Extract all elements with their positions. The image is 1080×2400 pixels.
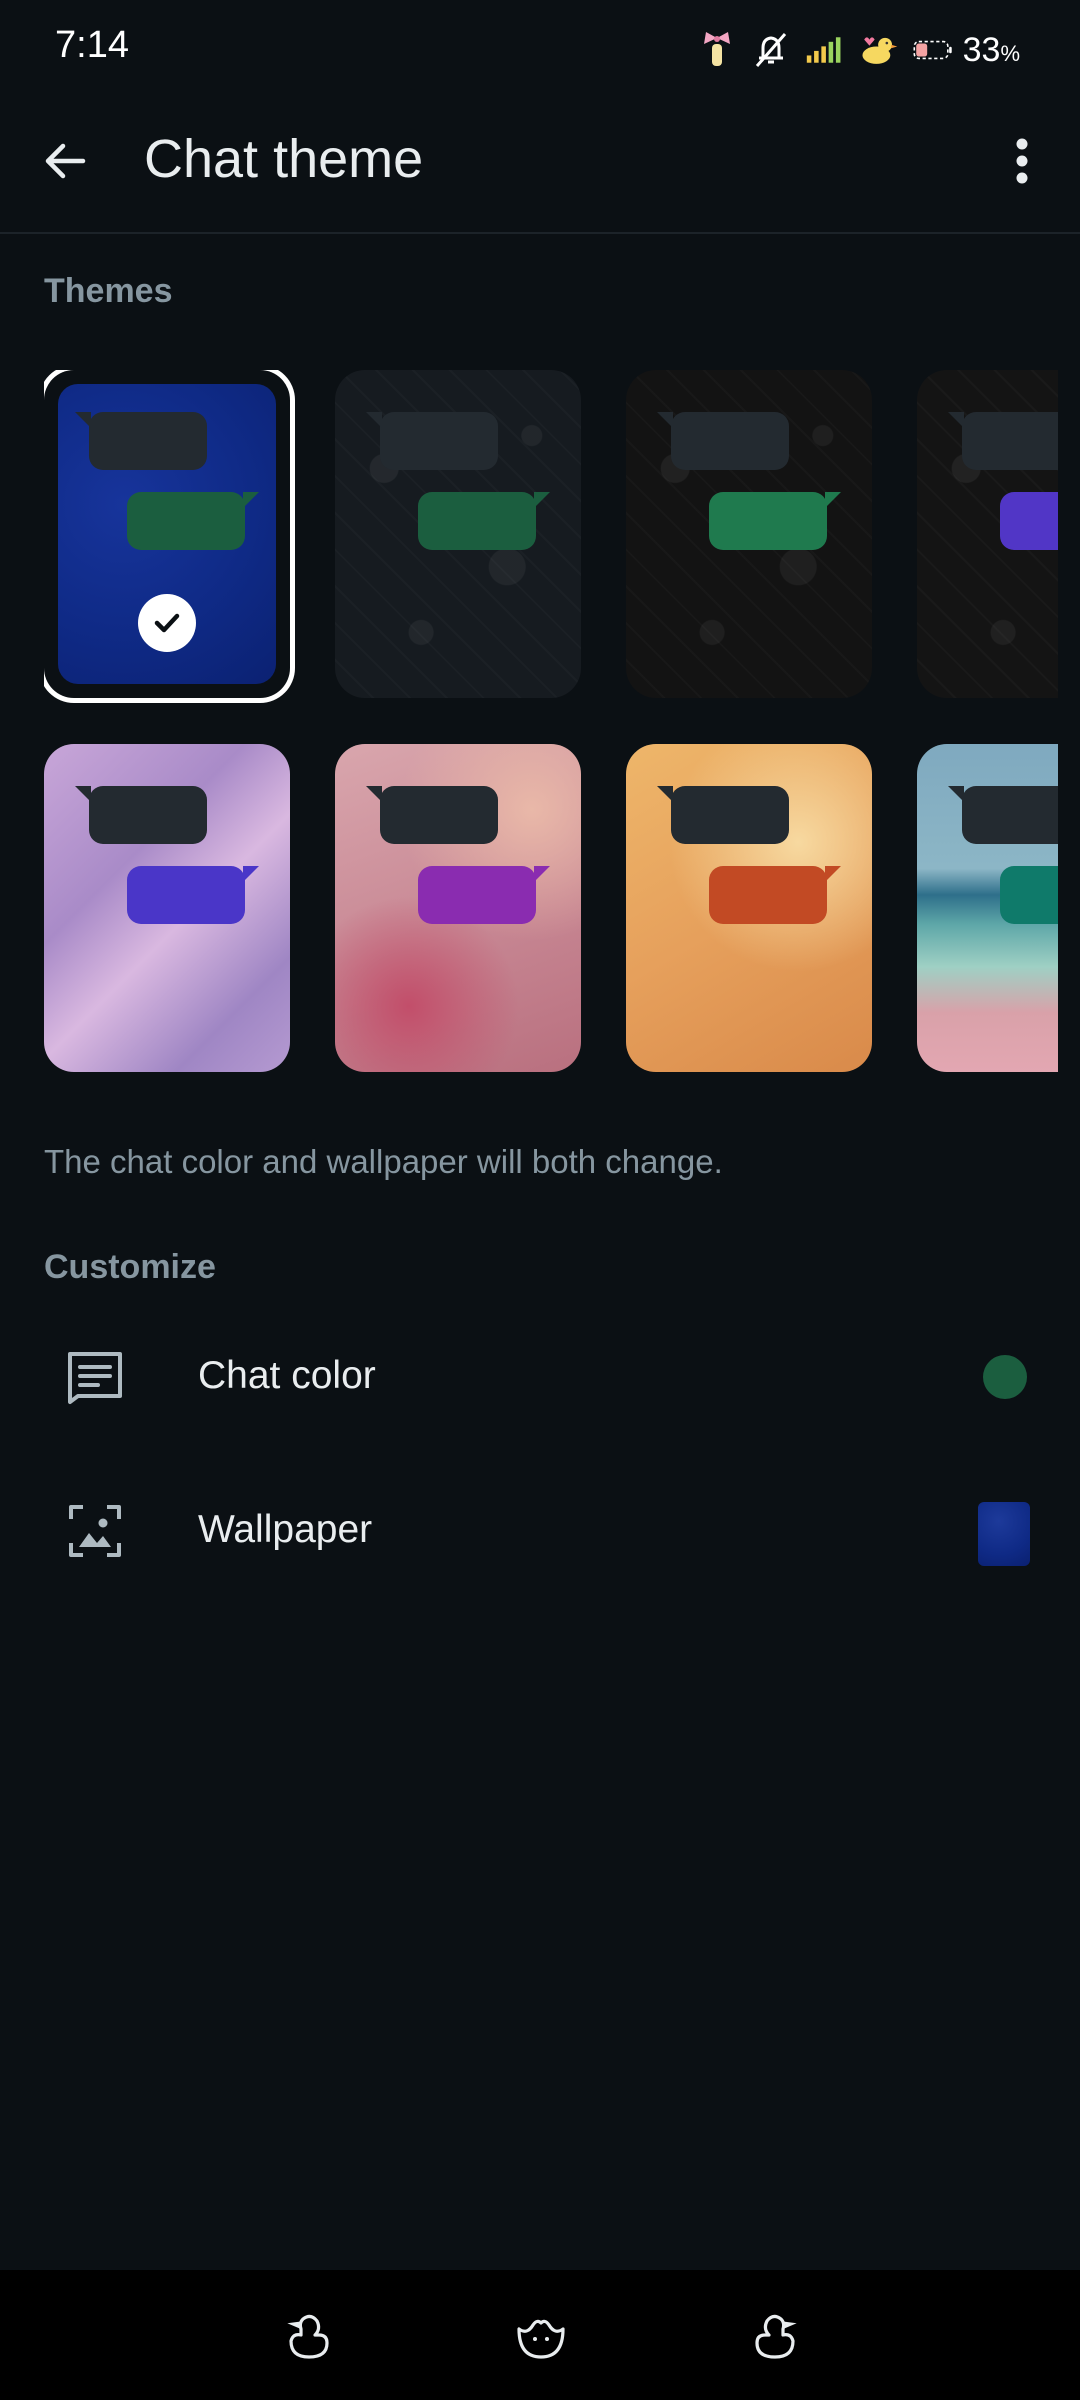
theme-tile-peach[interactable] <box>626 744 872 1072</box>
status-icons: 33% <box>697 22 1020 78</box>
outgoing-bubble-preview <box>418 866 550 924</box>
incoming-bubble-preview <box>75 786 207 844</box>
outgoing-bubble-preview <box>1000 866 1058 924</box>
duck-sticker-icon <box>859 30 899 70</box>
more-vert-icon <box>1016 138 1028 184</box>
signal-icon <box>805 30 845 70</box>
status-bar: 7:14 33% <box>0 0 1080 100</box>
chat-color-label: Chat color <box>198 1354 376 1397</box>
mute-icon <box>751 30 791 70</box>
wallpaper-swatch <box>978 1502 1030 1566</box>
theme-tile-default-blue[interactable] <box>44 370 290 698</box>
outgoing-bubble-preview <box>709 866 841 924</box>
incoming-bubble-preview <box>657 412 789 470</box>
incoming-bubble-preview <box>366 786 498 844</box>
more-options-button[interactable] <box>992 126 1052 196</box>
status-time: 7:14 <box>55 24 129 66</box>
back-button[interactable] <box>30 126 100 196</box>
chat-color-swatch <box>983 1355 1027 1399</box>
outgoing-bubble-preview <box>1000 492 1058 550</box>
navigation-bar <box>0 2270 1080 2400</box>
wallpaper-label: Wallpaper <box>198 1508 373 1551</box>
outgoing-bubble-preview <box>127 492 259 550</box>
theme-tile-beach[interactable] <box>917 744 1058 1072</box>
themes-section-label: Themes <box>44 272 173 310</box>
incoming-bubble-preview <box>366 412 498 470</box>
duck-home-icon[interactable] <box>508 2302 574 2368</box>
duck-back-icon[interactable] <box>276 2302 342 2368</box>
bow-icon <box>697 30 737 70</box>
selected-check-icon <box>138 594 196 652</box>
page-title: Chat theme <box>144 129 424 189</box>
themes-hint: The chat color and wallpaper will both c… <box>44 1143 723 1180</box>
chat-color-row[interactable]: Chat color <box>0 1312 1080 1442</box>
arrow-left-icon <box>45 143 86 179</box>
wallpaper-icon <box>62 1498 128 1564</box>
incoming-bubble-preview <box>948 412 1058 470</box>
outgoing-bubble-preview <box>127 866 259 924</box>
incoming-bubble-preview <box>948 786 1058 844</box>
theme-tile-doodle-dark[interactable] <box>335 370 581 698</box>
wallpaper-row[interactable]: Wallpaper <box>0 1466 1080 1596</box>
theme-tile-blossom[interactable] <box>335 744 581 1072</box>
chat-bubble-lines-icon <box>62 1344 128 1410</box>
outgoing-bubble-preview <box>709 492 841 550</box>
battery-icon <box>913 30 953 70</box>
theme-tile-iridescent[interactable] <box>44 744 290 1072</box>
themes-carousel[interactable] <box>44 370 1058 1076</box>
battery-level: 33% <box>962 30 1020 69</box>
outgoing-bubble-preview <box>418 492 550 550</box>
duck-recents-icon[interactable] <box>742 2302 808 2368</box>
theme-tile-doodle-black[interactable] <box>626 370 872 698</box>
incoming-bubble-preview <box>75 412 207 470</box>
theme-tile-doodle-purple[interactable] <box>917 370 1058 698</box>
incoming-bubble-preview <box>657 786 789 844</box>
app-bar: Chat theme <box>0 100 1080 234</box>
customize-section-label: Customize <box>44 1248 216 1286</box>
